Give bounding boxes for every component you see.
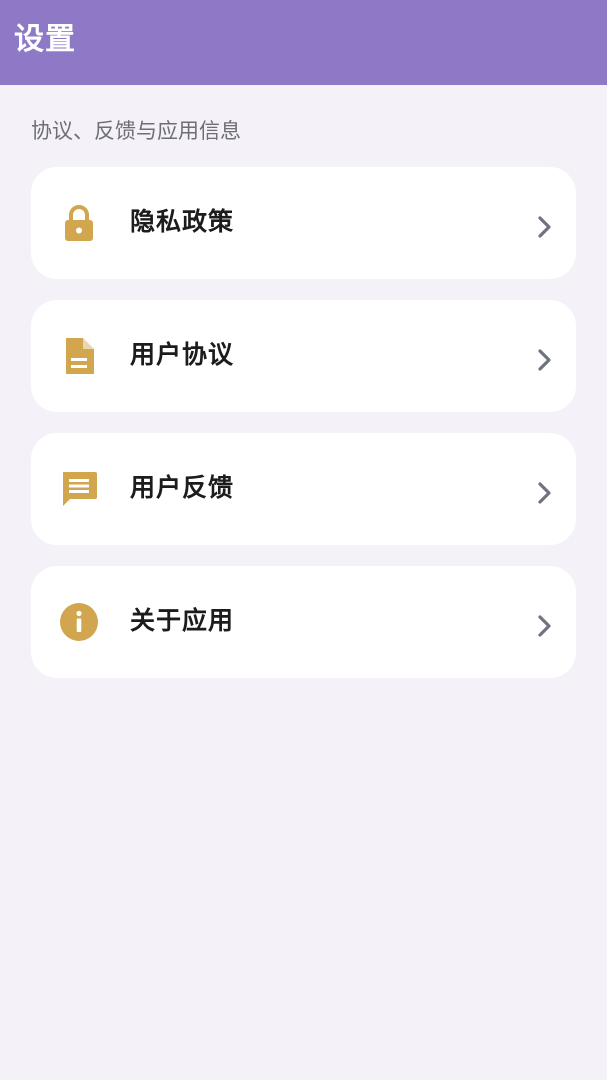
user-agreement-label: 用户协议	[130, 340, 235, 369]
lock-icon	[59, 203, 99, 243]
about-app-item[interactable]: 关于应用	[31, 566, 576, 678]
chevron-right-icon	[536, 213, 554, 241]
chevron-right-icon	[536, 612, 554, 640]
chevron-right-icon	[536, 346, 554, 374]
document-icon	[59, 336, 99, 376]
app-header: 设置	[0, 0, 607, 85]
about-app-label: 关于应用	[130, 606, 235, 635]
user-feedback-item[interactable]: 用户反馈	[31, 433, 576, 545]
chevron-right-icon	[536, 479, 554, 507]
user-feedback-label: 用户反馈	[130, 473, 235, 502]
user-agreement-item[interactable]: 用户协议	[31, 300, 576, 412]
privacy-policy-item[interactable]: 隐私政策	[31, 167, 576, 279]
message-icon	[59, 469, 99, 509]
info-icon	[59, 602, 99, 642]
privacy-policy-label: 隐私政策	[130, 207, 235, 236]
page-title: 设置	[14, 22, 76, 57]
section-title: 协议、反馈与应用信息	[31, 119, 241, 143]
